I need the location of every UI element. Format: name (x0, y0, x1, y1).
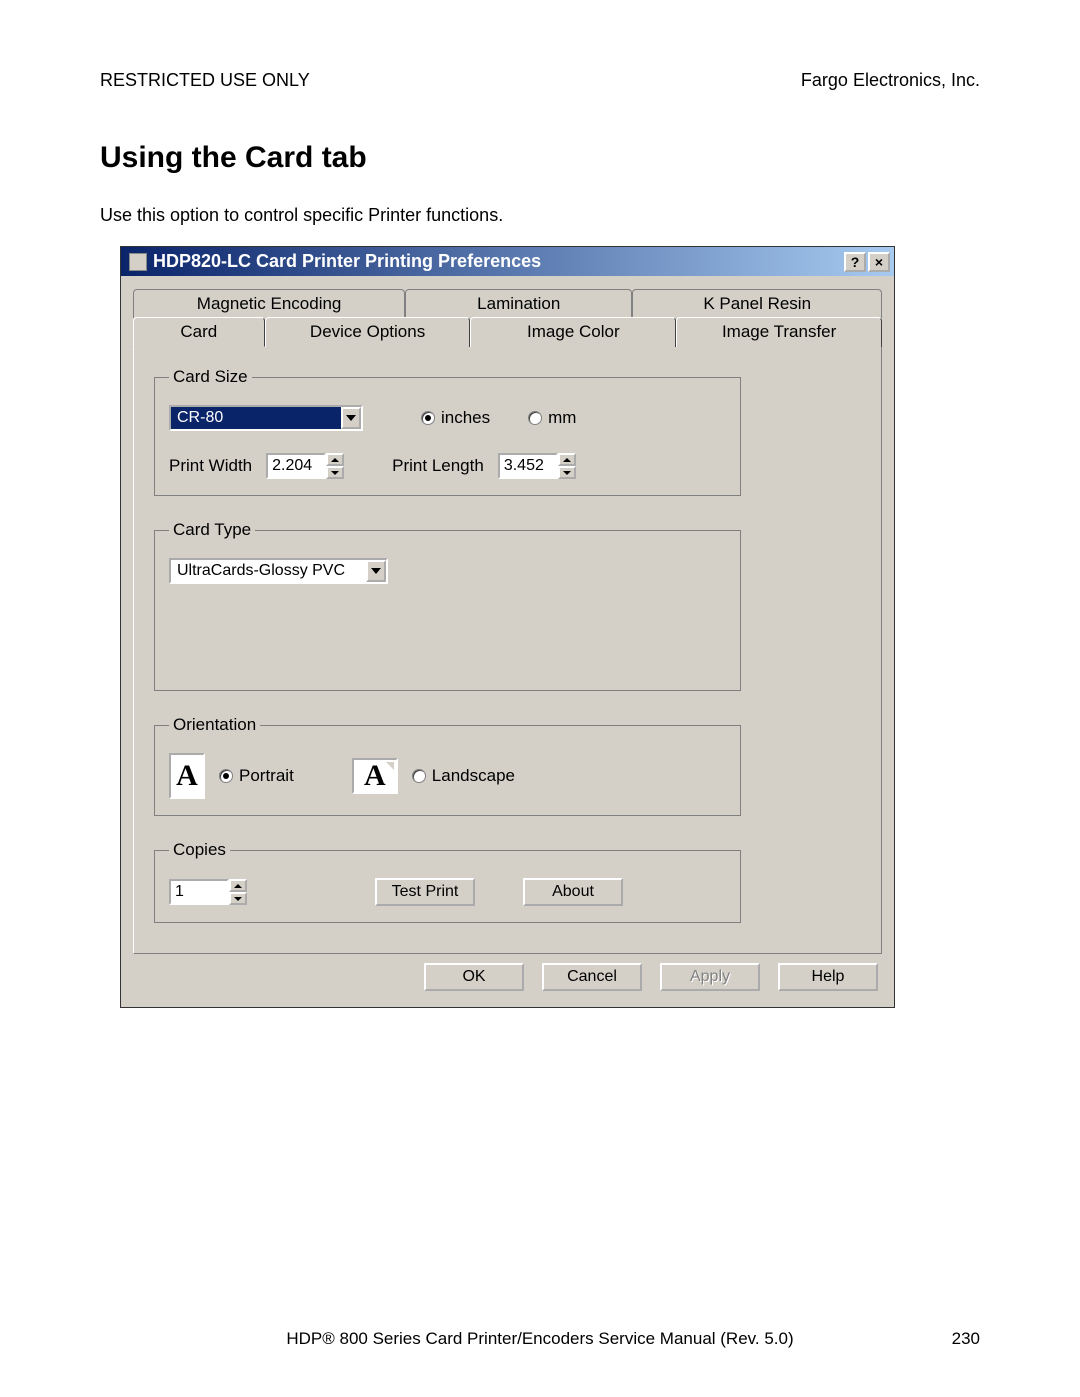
card-size-value: CR-80 (171, 407, 341, 429)
header-right: Fargo Electronics, Inc. (801, 70, 980, 91)
legend-card-size: Card Size (169, 367, 252, 387)
radio-dot-icon (421, 411, 435, 425)
tab-k-panel-resin[interactable]: K Panel Resin (632, 289, 882, 318)
legend-card-type: Card Type (169, 520, 255, 540)
print-width-label: Print Width (169, 456, 252, 476)
cancel-button[interactable]: Cancel (542, 963, 642, 991)
radio-dot-icon (219, 769, 233, 783)
footer-text: HDP® 800 Series Card Printer/Encoders Se… (286, 1329, 793, 1349)
tab-device-options[interactable]: Device Options (265, 317, 471, 347)
tab-card[interactable]: Card (133, 317, 265, 347)
header-left: RESTRICTED USE ONLY (100, 70, 310, 91)
print-width-spinner[interactable]: 2.204 (266, 453, 344, 479)
radio-inches-label: inches (441, 408, 490, 428)
close-button[interactable]: × (868, 252, 890, 272)
copies-value[interactable]: 1 (169, 879, 229, 905)
radio-dot-icon (412, 769, 426, 783)
tab-lamination[interactable]: Lamination (405, 289, 632, 318)
tab-image-transfer[interactable]: Image Transfer (676, 317, 882, 347)
test-print-button[interactable]: Test Print (375, 878, 475, 906)
about-button[interactable]: About (523, 878, 623, 906)
radio-portrait[interactable]: Portrait (219, 766, 294, 786)
dropdown-arrow-icon[interactable] (366, 560, 386, 582)
spin-up-icon[interactable] (558, 453, 576, 466)
spin-up-icon[interactable] (326, 453, 344, 466)
group-orientation: Orientation A Portrait A Landscap (154, 715, 741, 816)
radio-inches[interactable]: inches (421, 408, 490, 428)
print-width-value[interactable]: 2.204 (266, 453, 326, 479)
section-title: Using the Card tab (100, 141, 980, 175)
dropdown-arrow-icon[interactable] (341, 407, 361, 429)
group-card-size: Card Size CR-80 inches (154, 367, 741, 496)
page-number: 230 (952, 1329, 980, 1349)
legend-copies: Copies (169, 840, 230, 860)
radio-mm-label: mm (548, 408, 576, 428)
card-type-combo[interactable]: UltraCards-Glossy PVC (169, 558, 388, 584)
tab-panel-card: Card Size CR-80 inches (133, 346, 882, 954)
tab-magnetic-encoding[interactable]: Magnetic Encoding (133, 289, 405, 318)
group-card-type: Card Type UltraCards-Glossy PVC (154, 520, 741, 691)
ok-button[interactable]: OK (424, 963, 524, 991)
radio-mm[interactable]: mm (528, 408, 576, 428)
card-type-value: UltraCards-Glossy PVC (171, 560, 366, 582)
landscape-icon: A (352, 758, 398, 794)
print-length-value[interactable]: 3.452 (498, 453, 558, 479)
apply-button[interactable]: Apply (660, 963, 760, 991)
radio-portrait-label: Portrait (239, 766, 294, 786)
print-length-spinner[interactable]: 3.452 (498, 453, 576, 479)
radio-landscape[interactable]: Landscape (412, 766, 515, 786)
help-button[interactable]: ? (844, 252, 866, 272)
tab-image-color[interactable]: Image Color (470, 317, 676, 347)
app-icon (129, 253, 147, 271)
spin-up-icon[interactable] (229, 879, 247, 892)
help-button-bottom[interactable]: Help (778, 963, 878, 991)
spin-down-icon[interactable] (229, 892, 247, 905)
print-length-label: Print Length (392, 456, 484, 476)
radio-landscape-label: Landscape (432, 766, 515, 786)
spin-down-icon[interactable] (558, 466, 576, 479)
legend-orientation: Orientation (169, 715, 260, 735)
card-size-combo[interactable]: CR-80 (169, 405, 363, 431)
titlebar-text: HDP820-LC Card Printer Printing Preferen… (153, 251, 842, 272)
printing-preferences-dialog: HDP820-LC Card Printer Printing Preferen… (120, 246, 895, 1008)
titlebar[interactable]: HDP820-LC Card Printer Printing Preferen… (121, 247, 894, 276)
group-copies: Copies 1 Test Print (154, 840, 741, 923)
intro-text: Use this option to control specific Prin… (100, 205, 980, 226)
spin-down-icon[interactable] (326, 466, 344, 479)
portrait-icon: A (169, 753, 205, 799)
copies-spinner[interactable]: 1 (169, 879, 247, 905)
radio-dot-icon (528, 411, 542, 425)
